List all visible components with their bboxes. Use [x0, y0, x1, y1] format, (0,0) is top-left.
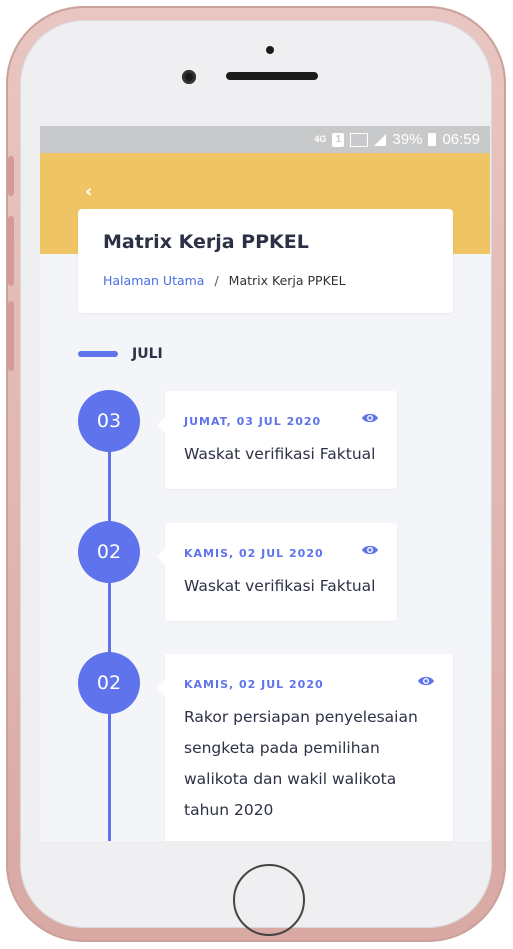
- clock: 06:59: [442, 131, 480, 148]
- battery-percent: 39%: [392, 131, 423, 148]
- front-camera: [182, 70, 196, 84]
- month-header: JULI: [78, 346, 163, 362]
- timeline-line: [108, 416, 111, 841]
- event-card[interactable]: KAMIS, 02 JUL 2020 Waskat verifikasi Fak…: [157, 523, 397, 621]
- event-date: KAMIS, 02 JUL 2020: [184, 547, 324, 560]
- breadcrumb: Halaman Utama / Matrix Kerja PPKEL: [103, 273, 346, 288]
- back-icon[interactable]: ‹: [85, 183, 101, 201]
- app-screen: 4G 1 39% 06:59 ‹ Matrix Kerja PPKEL Hala…: [40, 126, 490, 841]
- event-date: KAMIS, 02 JUL 2020: [184, 678, 324, 691]
- eye-icon[interactable]: [417, 675, 435, 687]
- image-icon: [350, 132, 369, 147]
- event-title-line: Rakor persiapan penyelesaian: [184, 708, 418, 726]
- event-date: JUMAT, 03 JUL 2020: [184, 415, 322, 428]
- event-title-line: tahun 2020: [184, 801, 274, 819]
- sim-icon: 1: [332, 132, 345, 147]
- breadcrumb-separator: /: [214, 273, 219, 288]
- event-card[interactable]: KAMIS, 02 JUL 2020 Rakor persiapan penye…: [157, 654, 453, 841]
- eye-icon[interactable]: [361, 412, 379, 424]
- day-badge: 02: [78, 521, 140, 583]
- month-label: JULI: [132, 346, 163, 362]
- title-card: Matrix Kerja PPKEL Halaman Utama / Matri…: [78, 209, 453, 313]
- battery-icon: [428, 133, 437, 146]
- volume-down-button: [8, 301, 14, 371]
- signal-icon: [374, 133, 387, 146]
- day-badge: 02: [78, 652, 140, 714]
- event-title: Waskat verifikasi Faktual: [184, 577, 376, 595]
- eye-icon[interactable]: [361, 544, 379, 556]
- volume-up-button: [8, 216, 14, 286]
- status-bar: 4G 1 39% 06:59: [40, 126, 490, 153]
- month-marker: [78, 351, 118, 357]
- event-title: Waskat verifikasi Faktual: [184, 445, 376, 463]
- event-title-line: sengketa pada pemilihan: [184, 739, 380, 757]
- proximity-sensor: [266, 46, 274, 54]
- page-title: Matrix Kerja PPKEL: [103, 231, 309, 253]
- network-type: 4G: [314, 134, 327, 144]
- mute-switch: [8, 156, 14, 196]
- event-title-line: walikota dan wakil walikota: [184, 770, 397, 788]
- day-badge: 03: [78, 390, 140, 452]
- breadcrumb-current: Matrix Kerja PPKEL: [228, 273, 346, 288]
- home-button[interactable]: [233, 864, 305, 936]
- event-card[interactable]: JUMAT, 03 JUL 2020 Waskat verifikasi Fak…: [157, 391, 397, 489]
- earpiece-speaker: [226, 72, 318, 80]
- breadcrumb-home-link[interactable]: Halaman Utama: [103, 273, 204, 288]
